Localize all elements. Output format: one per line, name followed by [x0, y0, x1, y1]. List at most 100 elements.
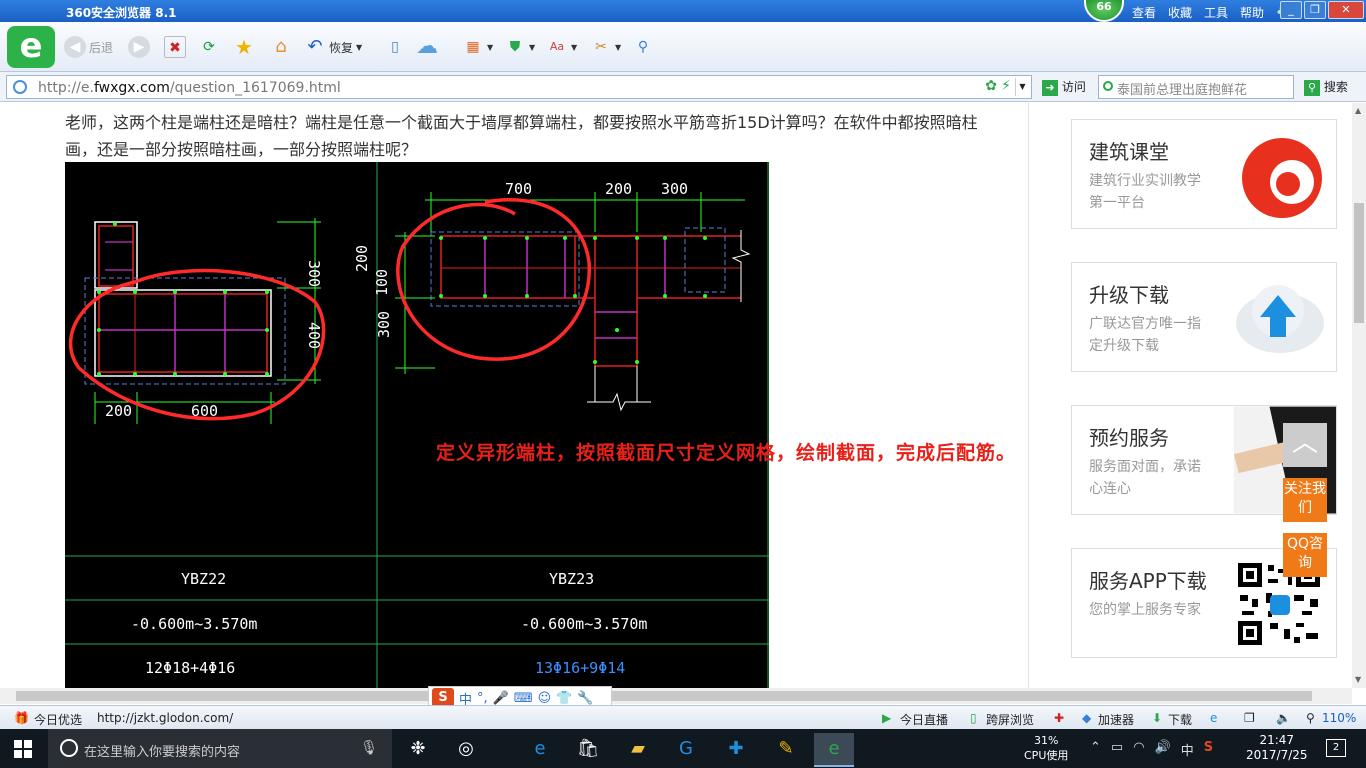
drawing-annotation: 定义异形端柱，按照截面尺寸定义网格，绘制截面，完成后配筋。: [436, 442, 1017, 464]
bolt-icon[interactable]: ⚡: [1001, 78, 1011, 94]
browser-logo-icon[interactable]: e: [7, 26, 55, 68]
store-icon[interactable]: 🛍: [568, 733, 608, 767]
menu-favorites[interactable]: 收藏: [1168, 4, 1192, 21]
cad-drawing: 300 400 200 600 700 200 300 200 100 300 …: [65, 162, 769, 688]
card-building-class[interactable]: 建筑课堂 建筑行业实训教学第一平台: [1071, 119, 1337, 229]
ime-indicator[interactable]: 中: [1181, 740, 1194, 759]
user-icon[interactable]: ☺: [538, 691, 552, 706]
close-button[interactable]: ✕: [1328, 1, 1364, 19]
notification-count: 2: [1332, 742, 1340, 753]
scroll-thumb[interactable]: [1354, 203, 1364, 323]
shield-button[interactable]: ⛊ ▼: [504, 34, 535, 60]
microphone-icon[interactable]: 🎙: [360, 740, 378, 756]
windows-start-icon[interactable]: [14, 740, 32, 758]
star-icon: ★: [235, 35, 253, 59]
follow-us-button[interactable]: 关注我们: [1283, 478, 1327, 522]
clock-date: 2017/7/25: [1246, 748, 1308, 762]
chevron-up-icon[interactable]: ⌃: [1090, 740, 1101, 759]
qq-consult-button[interactable]: QQ咨询: [1283, 533, 1327, 577]
menu-tools[interactable]: 工具: [1204, 4, 1228, 21]
dim-right-left-mid: 100: [373, 269, 391, 296]
glodon-icon[interactable]: G: [666, 733, 706, 767]
search-input[interactable]: 泰国前总理出庭抱鲜花: [1098, 75, 1294, 99]
app-spiral-icon[interactable]: ◎: [446, 733, 486, 767]
window-icon[interactable]: ❐: [1244, 711, 1255, 725]
maximize-button[interactable]: ❐: [1304, 1, 1326, 19]
vertical-scrollbar[interactable]: ▲ ▼: [1352, 103, 1366, 688]
scroll-down-arrow-icon[interactable]: ▼: [1355, 675, 1361, 684]
wifi-icon[interactable]: ◠: [1133, 740, 1144, 759]
notes-icon[interactable]: ✎: [766, 733, 806, 767]
page-icon: [13, 80, 27, 94]
accelerator[interactable]: 加速器: [1098, 711, 1134, 728]
address-bar[interactable]: http://e.fwxgx.com/question_1617069.html…: [6, 75, 1032, 99]
dim-right-left-top: 200: [353, 245, 371, 272]
shirt-icon[interactable]: 👕: [556, 691, 572, 706]
horizontal-scrollbar[interactable]: [0, 688, 1352, 704]
back-button[interactable]: ◀ 后退: [64, 34, 113, 60]
cpu-meter[interactable]: 31% CPU使用: [1024, 733, 1068, 763]
folder-icon[interactable]: ▰: [618, 733, 658, 767]
zoom-level[interactable]: 110%: [1322, 711, 1356, 725]
dim-left-top: 300: [305, 260, 323, 287]
chevron-down-icon: ▼: [615, 42, 622, 52]
cortana-search[interactable]: 在这里输入你要搜索的内容 🎙: [48, 729, 392, 768]
scroll-up-arrow-icon[interactable]: ▲: [1355, 106, 1361, 115]
zoom-button[interactable]: ⚲: [632, 34, 654, 60]
refresh-button[interactable]: ⟳: [198, 34, 220, 60]
today-picks[interactable]: 今日优选: [34, 711, 82, 728]
menu-help[interactable]: 帮助: [1240, 4, 1264, 21]
score-badge[interactable]: 66: [1084, 0, 1124, 22]
dim-right-top-left: 700: [505, 180, 532, 198]
dropdown-icon[interactable]: ▼: [1015, 78, 1029, 96]
favorite-button[interactable]: ★: [233, 34, 255, 60]
translate-button[interactable]: Aa ▼: [546, 34, 577, 60]
forward-button[interactable]: ▶: [128, 34, 150, 60]
keyboard-icon[interactable]: ⌨: [514, 691, 533, 706]
battery-icon[interactable]: ▭: [1111, 740, 1123, 759]
goto-button[interactable]: ➜ 访问: [1042, 78, 1086, 96]
app-cross-icon[interactable]: ✚: [716, 733, 756, 767]
clock[interactable]: 21:47 2017/7/25: [1246, 733, 1308, 763]
cloud-button[interactable]: ☁: [416, 34, 438, 60]
back-to-top-button[interactable]: ︿: [1283, 423, 1327, 467]
task-view-icon[interactable]: ❉: [398, 733, 438, 767]
gift-icon: 🎁: [14, 711, 29, 725]
browser-360-icon[interactable]: e: [814, 733, 854, 767]
stop-button[interactable]: ✖: [164, 34, 186, 60]
window-title: 360安全浏览器 8.1: [66, 6, 177, 20]
volume-icon[interactable]: 🔊: [1155, 740, 1171, 759]
minimize-button[interactable]: _: [1280, 1, 1302, 19]
mic-icon[interactable]: 🎤: [493, 691, 509, 706]
download-arrow-icon: ⬇: [1152, 711, 1163, 725]
cross-screen[interactable]: 跨屏浏览: [986, 711, 1034, 728]
card-upgrade-download[interactable]: 升级下载 广联达官方唯一指定升级下载: [1071, 262, 1337, 372]
screenshot-button[interactable]: ✂ ▼: [590, 34, 621, 60]
notification-icon[interactable]: 2: [1326, 739, 1346, 757]
status-url: http://jzkt.glodon.com/: [97, 711, 234, 725]
menu-view[interactable]: 查看: [1132, 4, 1156, 21]
apps-button[interactable]: ▦ ▼: [462, 34, 493, 60]
search-button[interactable]: ⚲ 搜索: [1304, 78, 1348, 96]
speaker-icon[interactable]: 🔈: [1276, 711, 1291, 725]
edge-icon[interactable]: e: [520, 733, 560, 767]
scroll-thumb-horizontal[interactable]: [16, 691, 1312, 701]
today-live[interactable]: 今日直播: [900, 711, 948, 728]
sogou-tray-icon[interactable]: S: [1204, 740, 1213, 759]
mobile-button[interactable]: ▯: [384, 34, 406, 60]
search-icon: ⚲: [1304, 80, 1320, 96]
punct-icon[interactable]: °,: [477, 691, 488, 706]
restore-button[interactable]: ↶ 恢复 ▼: [304, 34, 362, 60]
home-button[interactable]: ⌂: [270, 34, 292, 60]
url-prefix: http://e.: [38, 80, 94, 96]
wrench-icon[interactable]: 🔧: [577, 691, 593, 706]
back-arrow-icon: ◀: [64, 36, 86, 58]
cortana-ring-icon: [60, 739, 78, 757]
download[interactable]: 下载: [1168, 711, 1192, 728]
ie-icon[interactable]: e: [1210, 711, 1217, 725]
search-engine-icon: [1103, 81, 1113, 91]
compat-icon[interactable]: ✿: [985, 78, 997, 94]
forward-arrow-icon: ▶: [128, 36, 150, 58]
medkit-icon[interactable]: ✚: [1054, 711, 1064, 725]
clock-time: 21:47: [1259, 733, 1295, 747]
